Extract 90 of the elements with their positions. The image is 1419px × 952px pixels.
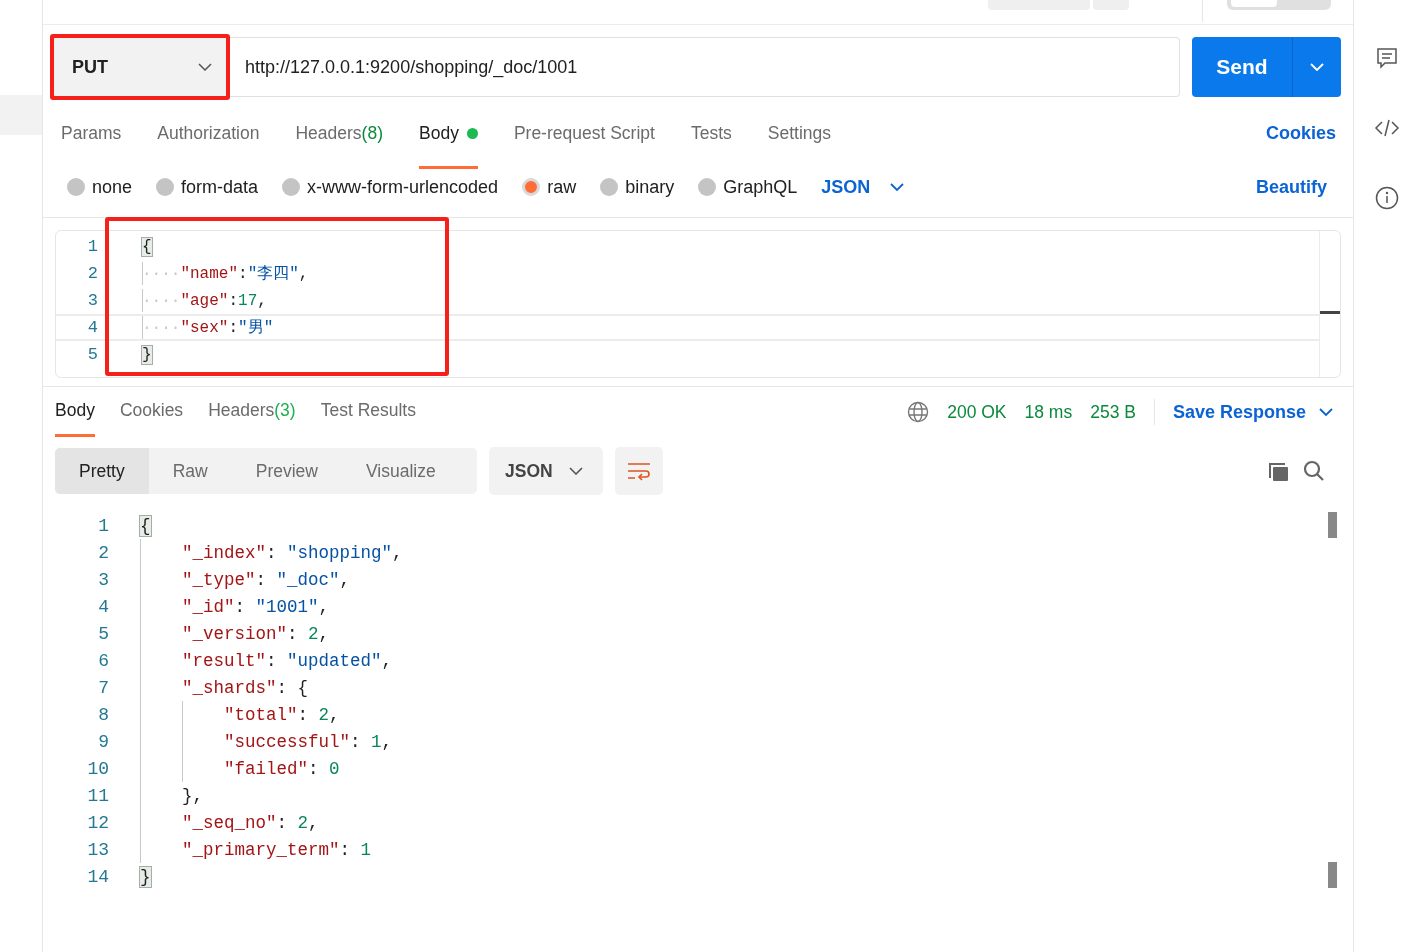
save-response-button[interactable]: Save Response [1172, 401, 1333, 423]
globe-icon[interactable] [907, 401, 930, 423]
view-tab[interactable]: Visualize [342, 448, 460, 494]
line-number: 4 [86, 318, 98, 337]
wrap-lines-button[interactable] [615, 447, 663, 495]
radio-label[interactable]: none [92, 176, 133, 198]
language-dropdown[interactable]: JSON [821, 176, 905, 198]
code-line: "_seq_no": 2, [140, 809, 319, 836]
radio-button[interactable] [600, 178, 619, 196]
format-dropdown[interactable]: JSON [489, 447, 603, 495]
request-tab[interactable]: Tests [690, 97, 732, 169]
view-tab[interactable]: Raw [148, 448, 232, 494]
request-tab[interactable]: Pre-request Script [513, 97, 655, 169]
comment-icon[interactable] [1374, 46, 1399, 70]
line-number: 2 [97, 542, 109, 563]
wrap-lines-icon [626, 461, 652, 481]
code-line: "_version": 2, [140, 620, 330, 647]
view-tab[interactable]: Pretty [55, 448, 149, 494]
cookies-link[interactable]: Cookies [1265, 122, 1336, 144]
view-tab[interactable]: Preview [231, 448, 342, 494]
request-tab[interactable]: Params [61, 97, 122, 169]
response-tab[interactable]: Cookies [119, 387, 184, 437]
line-number: 5 [86, 345, 98, 364]
radio-label[interactable]: x-www-form-urlencoded [307, 176, 499, 198]
sidebar-item[interactable] [0, 95, 42, 135]
line-number: 9 [97, 731, 109, 752]
line-number: 1 [97, 515, 109, 536]
line-number: 7 [97, 677, 109, 698]
line-number: 3 [97, 569, 109, 590]
chevron-down-icon [198, 63, 212, 71]
code-line: "_shards": { [140, 674, 309, 701]
code-line: ····"name":"李四", [142, 262, 309, 285]
line-number: 2 [86, 264, 98, 283]
code-line: "_type": "_doc", [140, 566, 351, 593]
request-tab[interactable]: Body [419, 97, 478, 169]
request-tab[interactable]: Authorization [157, 97, 260, 169]
line-number: 11 [86, 785, 109, 806]
code-line: }, [140, 782, 203, 809]
method-dropdown[interactable]: PUT [53, 37, 227, 97]
search-icon[interactable] [1303, 460, 1325, 482]
radio-label[interactable]: GraphQL [723, 176, 798, 198]
send-options-button[interactable] [1293, 37, 1341, 97]
response-tab[interactable]: Body [55, 387, 95, 437]
radio-button[interactable] [67, 178, 85, 196]
line-number: 14 [86, 866, 109, 887]
line-number: 13 [86, 839, 109, 860]
chevron-down-icon [1319, 408, 1333, 416]
request-tab[interactable]: Headers(8) [295, 97, 383, 169]
radio-button[interactable] [156, 178, 175, 196]
response-size: 253 B [1090, 401, 1136, 423]
code-line: "_id": "1001", [140, 593, 330, 620]
code-line: "_index": "shopping", [140, 539, 403, 566]
response-tab[interactable]: Headers(3) [208, 387, 296, 437]
radio-button[interactable] [698, 178, 717, 196]
radio-button[interactable] [282, 178, 301, 196]
copy-icon[interactable] [1267, 460, 1289, 482]
line-number: 8 [97, 704, 109, 725]
response-tab[interactable]: Test Results [320, 387, 416, 437]
code-line: "result": "updated", [140, 647, 393, 674]
radio-label[interactable]: raw [547, 176, 577, 198]
code-line: "successful": 1, [140, 728, 393, 755]
scrollbar[interactable] [1319, 231, 1340, 377]
info-icon[interactable] [1374, 186, 1399, 210]
line-number: 3 [86, 291, 98, 310]
response-time: 18 ms [1024, 401, 1073, 423]
request-tab[interactable]: Settings [767, 97, 831, 169]
beautify-link[interactable]: Beautify [1256, 176, 1327, 198]
code-line: ····"age":17, [142, 289, 267, 312]
line-number: 5 [97, 623, 109, 644]
url-field[interactable]: http://127.0.0.1:9200/shopping/_doc/1001 [227, 37, 1180, 97]
status-code: 200 OK [947, 401, 1007, 423]
radio-label[interactable]: form-data [181, 176, 259, 198]
line-number: 4 [97, 596, 109, 617]
code-editor[interactable]: 1 { 2 ····"name":"李四", 3 ····"age":17, 4 ····"sex":"男" 5 } [55, 230, 1341, 378]
radio-button[interactable] [522, 178, 541, 196]
line-number: 12 [86, 812, 109, 833]
code-line: "failed": 0 [140, 755, 340, 782]
line-number: 10 [86, 758, 109, 779]
code-line: "total": 2, [140, 701, 340, 728]
toolbar-control[interactable] [1227, 0, 1331, 10]
code-icon[interactable] [1373, 118, 1400, 138]
line-number: 1 [86, 237, 98, 256]
send-button[interactable]: Send [1192, 37, 1293, 97]
chevron-down-icon [569, 467, 583, 475]
chevron-down-icon [890, 183, 905, 191]
radio-label[interactable]: binary [625, 176, 675, 198]
chevron-down-icon [1310, 63, 1324, 71]
code-line: "_primary_term": 1 [140, 836, 372, 863]
code-line: ····"sex":"男" [142, 316, 274, 339]
line-number: 6 [97, 650, 109, 671]
